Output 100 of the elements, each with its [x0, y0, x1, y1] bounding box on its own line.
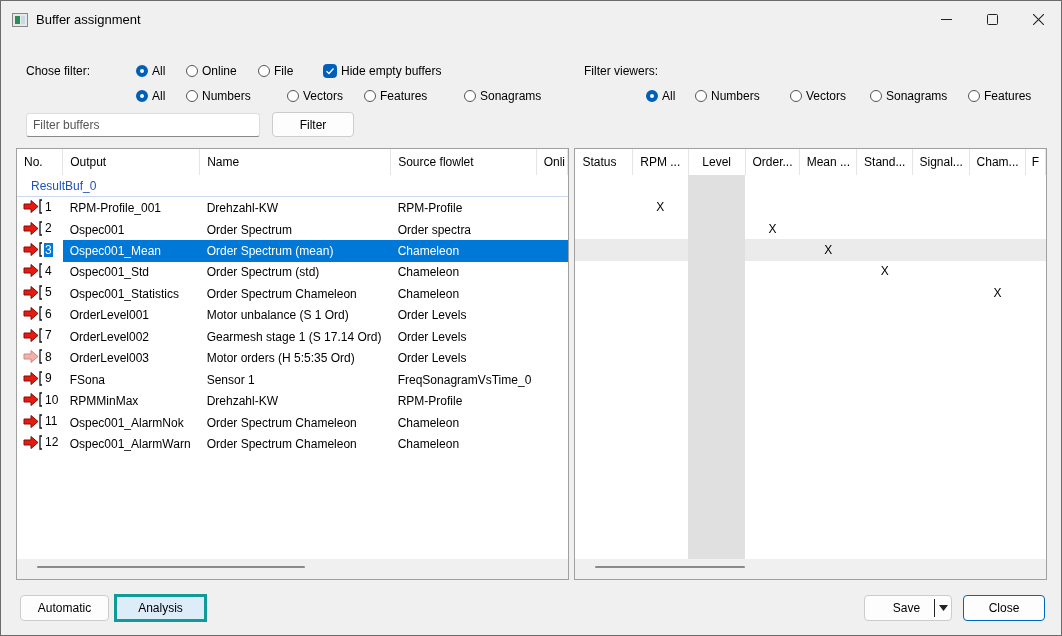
radio-label: Online [202, 64, 237, 78]
radio-label: Vectors [806, 89, 847, 103]
column-header[interactable]: Status [575, 149, 633, 175]
table-cell: Ospec001_Statistics [69, 286, 180, 301]
radio-label: Features [984, 89, 1032, 103]
radio-label: Sonagrams [886, 89, 948, 103]
assignment-mark[interactable]: X [824, 243, 833, 258]
radio-button[interactable] [464, 90, 476, 102]
table-cell: OrderLevel003 [69, 351, 150, 366]
table-cell: 7 [44, 328, 53, 343]
table-cell: Order Spectrum Chameleon [206, 415, 357, 430]
column-header[interactable]: F [1025, 149, 1046, 175]
column-header[interactable]: Source flowlet [390, 149, 537, 175]
table-cell: 9 [44, 371, 53, 386]
radio-label: Numbers [711, 89, 760, 103]
table-cell: 4 [44, 263, 53, 278]
column-header[interactable]: Cham... [969, 149, 1026, 175]
table-cell: RPMMinMax [69, 394, 139, 409]
table-cell: Drehzahl-KW [206, 201, 279, 216]
app-icon [12, 12, 28, 27]
radio-button[interactable] [258, 65, 270, 77]
radio-button[interactable] [968, 90, 980, 102]
checkbox-label: Hide empty buffers [341, 64, 442, 78]
radio-label: All [152, 64, 166, 78]
column-header[interactable]: No. [17, 149, 63, 175]
column-header[interactable]: Output [62, 149, 200, 175]
table-cell: Order Spectrum Chameleon [206, 436, 357, 451]
radio-button[interactable] [870, 90, 882, 102]
radio-button[interactable] [186, 90, 198, 102]
table-cell: Chameleon [397, 244, 460, 259]
table-cell: RPM-Profile [397, 394, 463, 409]
selected-row[interactable]: 3 Ospec001_Mean Order Spectrum (mean) Chameleon [17, 240, 568, 262]
table-cell: 8 [44, 349, 53, 364]
table-cell: Ospec001 [69, 222, 125, 237]
table-cell: Drehzahl-KW [206, 394, 279, 409]
table-cell: Order spectra [397, 222, 472, 237]
radio-button[interactable] [136, 90, 148, 102]
column-header[interactable]: RPM ... [632, 149, 689, 175]
maximize-icon[interactable] [986, 14, 998, 25]
footer-button[interactable]: Analysis [114, 593, 207, 622]
table-cell: Chameleon [397, 286, 460, 301]
column-header[interactable]: Stand... [856, 149, 913, 175]
assignment-mark[interactable]: X [993, 285, 1002, 300]
checkbox[interactable] [323, 64, 337, 78]
window-title: Buffer assignment [36, 12, 141, 27]
table-cell: Motor orders (H 5:5:35 Ord) [206, 351, 355, 366]
assignment-mark[interactable]: X [768, 221, 777, 236]
footer-button[interactable]: Automatic [20, 594, 109, 621]
table-cell: Order Levels [397, 351, 467, 366]
table-cell: 10 [44, 392, 60, 407]
table-cell: Gearmesh stage 1 (S 17.14 Ord) [206, 329, 382, 344]
radio-label: File [274, 64, 294, 78]
table-cell: Motor unbalance (S 1 Ord) [206, 308, 349, 323]
close-button[interactable]: Close [963, 594, 1045, 621]
table-cell: FreqSonagramVsTime_0 [397, 372, 532, 387]
radio-button[interactable] [790, 90, 802, 102]
table-cell: OrderLevel002 [69, 329, 150, 344]
radio-button[interactable] [287, 90, 299, 102]
table-cell: Ospec001_Std [69, 265, 150, 280]
radio-button[interactable] [186, 65, 198, 77]
table-cell: RPM-Profile_001 [69, 201, 161, 216]
table-cell: Ospec001_Mean [69, 244, 162, 259]
table-cell: Chameleon [397, 436, 460, 451]
table-cell: Order Spectrum (mean) [206, 244, 334, 259]
table-cell: 3 [44, 242, 53, 257]
radio-button[interactable] [364, 90, 376, 102]
scrollbar-thumb[interactable] [595, 566, 746, 568]
filter-label: Filter viewers: [584, 64, 658, 78]
group-label[interactable]: ResultBuf_0 [17, 178, 97, 193]
table-cell: 1 [44, 199, 53, 214]
radio-button[interactable] [136, 65, 148, 77]
radio-button[interactable] [646, 90, 658, 102]
column-header[interactable]: Onli [536, 149, 568, 175]
table-cell: OrderLevel001 [69, 308, 150, 323]
radio-label: All [662, 89, 676, 103]
table-cell: Ospec001_AlarmNok [69, 415, 184, 430]
column-header[interactable]: Mean ... [799, 149, 857, 175]
selected-row[interactable]: X [575, 239, 1046, 261]
column-header[interactable]: Order... [745, 149, 800, 175]
save-button[interactable]: Save [864, 594, 952, 621]
assignment-mark[interactable]: X [880, 264, 889, 279]
scrollbar-thumb[interactable] [37, 566, 305, 568]
filter-button[interactable]: Filter [272, 112, 354, 137]
table-cell: 11 [44, 414, 59, 429]
radio-label: Vectors [303, 89, 344, 103]
close-icon[interactable] [1032, 14, 1044, 25]
caret-icon[interactable] [938, 604, 948, 611]
search-field[interactable]: Filter buffers [26, 112, 260, 137]
filter-label: Chose filter: [26, 64, 92, 78]
table-cell: 12 [44, 435, 60, 450]
radio-label: Sonagrams [480, 89, 542, 103]
radio-button[interactable] [695, 90, 707, 102]
table-cell: Order Levels [397, 308, 467, 323]
column-header[interactable]: Signal... [912, 149, 970, 175]
column-header[interactable]: Name [199, 149, 391, 175]
radio-label: All [152, 89, 166, 103]
assignment-mark[interactable]: X [656, 200, 665, 215]
table-cell: Chameleon [397, 415, 460, 430]
table-cell: Chameleon [397, 265, 460, 280]
table-cell: Order Spectrum Chameleon [206, 286, 357, 301]
